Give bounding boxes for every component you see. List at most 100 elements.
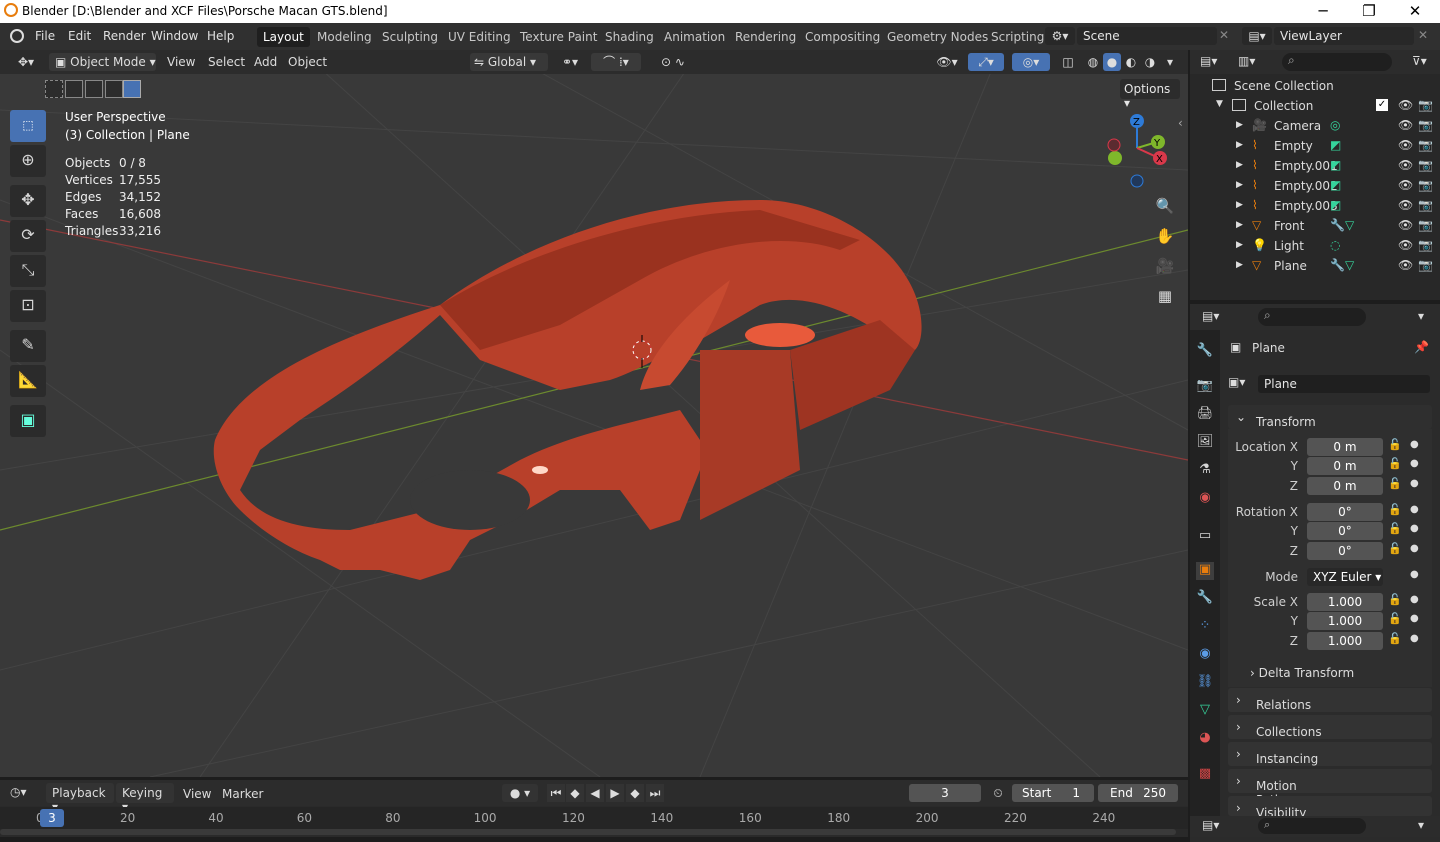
keyframe-dot-icon[interactable]: ● (1410, 504, 1419, 515)
eye-icon[interactable]: 👁 (1398, 138, 1413, 152)
camera-render-icon[interactable]: 📷 (1418, 238, 1433, 252)
navigation-gizmo[interactable]: Z Y X (1103, 110, 1173, 190)
menu-help[interactable]: Help (207, 29, 234, 43)
pan-hand-icon[interactable]: ✋ (1152, 223, 1178, 249)
object-data-icon[interactable]: ◩ (1330, 138, 1341, 152)
tab-uv-editing[interactable]: UV Editing (448, 30, 511, 44)
data-selector-icon[interactable]: ▣▾ (1228, 375, 1245, 389)
menu-window[interactable]: Window (151, 29, 198, 43)
tab-scripting[interactable]: Scripting (991, 30, 1044, 44)
snap-icon[interactable]: ⌒ ⁞▾ (591, 53, 641, 71)
tab-layout[interactable]: Layout (257, 27, 310, 47)
keyframe-dot-icon[interactable]: ● (1410, 523, 1419, 534)
zoom-icon[interactable]: 🔍 (1152, 193, 1178, 219)
lock-icon[interactable]: 🔓 (1388, 632, 1402, 645)
bottom-editor-icon[interactable]: ▤▾ (1202, 818, 1219, 832)
tool-transform[interactable]: ⊡ (10, 290, 46, 322)
camera-render-icon[interactable]: 📷 (1418, 258, 1433, 272)
object-data-icon[interactable]: ◌ (1330, 238, 1340, 252)
relations-section-header[interactable]: › Relations (1228, 688, 1432, 712)
outliner-row-scene-collection[interactable]: Scene Collection (1190, 77, 1440, 97)
eye-icon[interactable]: 👁 (1398, 98, 1413, 112)
properties-options-icon[interactable]: ▾ (1418, 309, 1424, 323)
object-tab-icon[interactable]: ▣ (1196, 562, 1214, 580)
location-x-field[interactable]: 0 m (1307, 438, 1383, 456)
lock-icon[interactable]: 🔓 (1388, 438, 1402, 451)
minimize-button[interactable]: ─ (1300, 1, 1346, 23)
options-button[interactable]: Options ▾ (1120, 79, 1180, 110)
tab-shading[interactable]: Shading (605, 30, 654, 44)
lock-icon[interactable]: 🔓 (1388, 477, 1402, 490)
camera-render-icon[interactable]: 📷 (1418, 178, 1433, 192)
expand-arrow-icon[interactable]: ▶ (1236, 140, 1243, 150)
viewlayer-field[interactable]: ViewLayer (1274, 27, 1414, 45)
keyframe-dot-icon[interactable]: ● (1410, 439, 1419, 450)
scene-tab-icon[interactable]: ⚗ (1196, 462, 1214, 480)
editor-type-icon[interactable]: ✥▾ (10, 53, 42, 71)
scale-z-field[interactable]: 1.000 (1307, 632, 1383, 650)
expand-arrow-icon[interactable]: ▶ (1236, 220, 1243, 230)
jump-end-icon[interactable]: ⏭ (646, 784, 664, 802)
camera-render-icon[interactable]: 📷 (1418, 138, 1433, 152)
scene-field[interactable]: Scene (1077, 27, 1217, 45)
keyframe-dot-icon[interactable]: ● (1410, 633, 1419, 644)
object-data-icon[interactable]: 🔧▽ (1330, 218, 1354, 232)
outliner-row-empty-002[interactable]: ▶ ⌇ Empty.002 ◩ 👁 📷 (1190, 177, 1440, 197)
select-subtract-icon[interactable] (85, 80, 103, 98)
expand-arrow-icon[interactable]: ▶ (1236, 180, 1243, 190)
mode-selector[interactable]: ▣ Object Mode ▾ (49, 53, 156, 71)
collections-section-header[interactable]: › Collections (1228, 715, 1432, 739)
properties-editor-icon[interactable]: ▤▾ (1202, 309, 1219, 323)
expand-arrow-icon[interactable]: ▼ (1216, 99, 1223, 109)
rotation-x-field[interactable]: 0° (1307, 503, 1383, 521)
tab-animation[interactable]: Animation (664, 30, 725, 44)
jump-keyframe-back-icon[interactable]: ◆ (566, 784, 584, 802)
timeline-menu-marker[interactable]: Marker (222, 787, 263, 801)
tab-compositing[interactable]: Compositing (805, 30, 880, 44)
pin-icon[interactable]: 📌 (1414, 340, 1429, 354)
select-invert-icon[interactable] (105, 80, 123, 98)
camera-render-icon[interactable]: 📷 (1418, 118, 1433, 132)
viewport-menu-add[interactable]: Add (254, 53, 277, 71)
render-tab-icon[interactable]: 📷 (1196, 378, 1214, 396)
object-data-icon[interactable]: ◩ (1330, 158, 1341, 172)
lock-icon[interactable]: 🔓 (1388, 503, 1402, 516)
gizmo-toggle-icon[interactable]: ⤢▾ (968, 53, 1004, 71)
eye-icon[interactable]: 👁 (1398, 258, 1413, 272)
outliner-row-front[interactable]: ▶ ▽ Front 🔧▽ 👁 📷 (1190, 217, 1440, 237)
eye-icon[interactable]: 👁 (1398, 118, 1413, 132)
expand-arrow-icon[interactable]: ▶ (1236, 200, 1243, 210)
data-tab-icon[interactable]: ▽ (1196, 702, 1214, 720)
motion-paths-section-header[interactable]: › Motion Paths (1228, 769, 1432, 807)
outliner-row-collection[interactable]: ▼ Collection ✓ 👁 📷 (1190, 97, 1440, 117)
maximize-button[interactable]: ❐ (1346, 1, 1392, 23)
timeline-menu-view[interactable]: View (183, 787, 211, 801)
tab-texture-paint[interactable]: Texture Paint (520, 30, 597, 44)
outliner-row-light[interactable]: ▶ 💡 Light ◌ 👁 📷 (1190, 237, 1440, 257)
menu-file[interactable]: File (35, 29, 55, 43)
xray-icon[interactable]: ◫ (1058, 53, 1078, 71)
keyframe-dot-icon[interactable]: ● (1410, 569, 1419, 580)
viewport-menu-object[interactable]: Object (288, 53, 327, 71)
object-data-icon[interactable]: ◩ (1330, 178, 1341, 192)
lock-icon[interactable]: 🔓 (1388, 593, 1402, 606)
location-y-field[interactable]: 0 m (1307, 457, 1383, 475)
lock-icon[interactable]: 🔓 (1388, 457, 1402, 470)
current-frame-field[interactable]: 3 (909, 784, 981, 802)
shading-material-icon[interactable]: ◐ (1122, 53, 1140, 71)
view-layer-tab-icon[interactable]: 🖼 (1196, 434, 1214, 452)
start-frame-field[interactable]: Start 1 (1012, 784, 1094, 802)
orientation-selector[interactable]: ⇋ Global ▾ (470, 53, 548, 71)
tool-cursor[interactable]: ⊕ (10, 145, 46, 177)
viewlayer-selector-icon[interactable]: ▤▾ (1242, 27, 1272, 45)
tool-move[interactable]: ✥ (10, 185, 46, 217)
play-icon[interactable]: ▶ (606, 784, 624, 802)
scale-y-field[interactable]: 1.000 (1307, 612, 1383, 630)
outliner-row-empty[interactable]: ▶ ⌇ Empty ◩ 👁 📷 (1190, 137, 1440, 157)
close-button[interactable]: ✕ (1392, 1, 1438, 23)
tab-sculpting[interactable]: Sculpting (382, 30, 438, 44)
constraints-tab-icon[interactable]: ⛓ (1196, 674, 1214, 692)
checkbox-icon[interactable]: ✓ (1376, 99, 1388, 111)
display-mode-icon[interactable]: ▥▾ (1238, 54, 1255, 68)
outliner-editor-icon[interactable]: ▤▾ (1200, 54, 1217, 68)
